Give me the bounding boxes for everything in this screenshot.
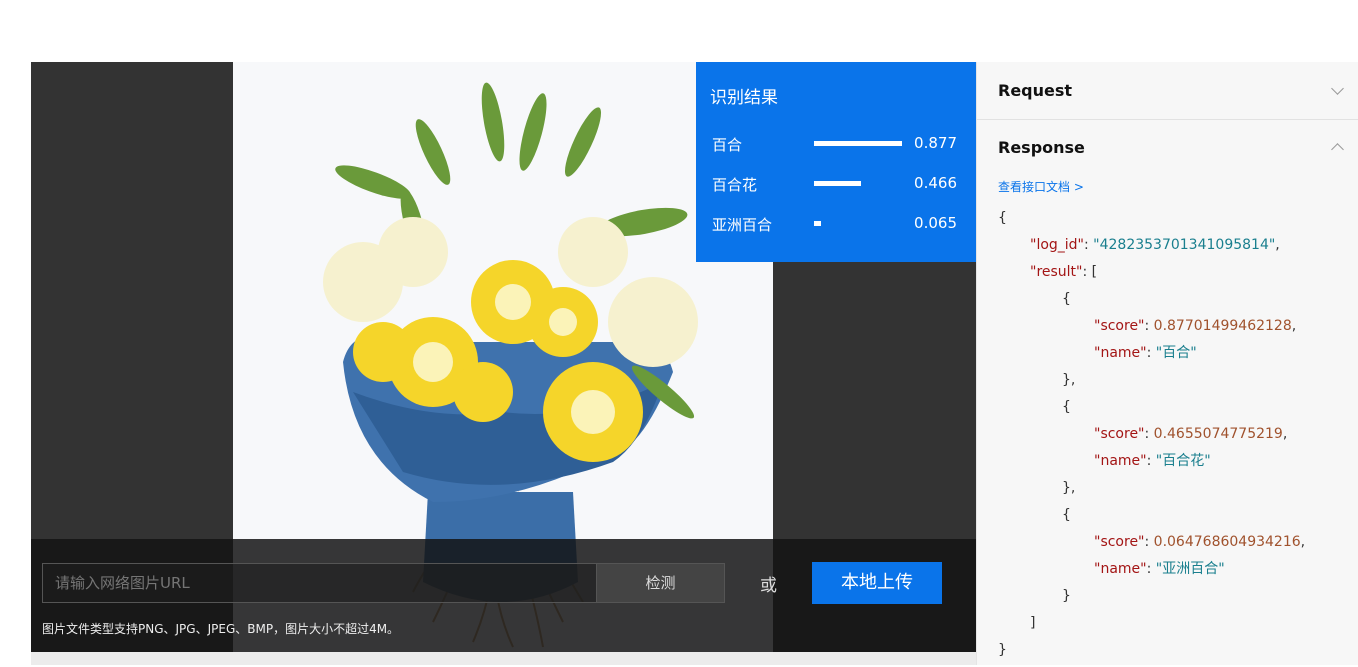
code-line: "name": "亚洲百合"	[1094, 561, 1225, 577]
result-row: 百合花 0.466	[712, 172, 962, 196]
result-label: 百合	[712, 136, 743, 154]
code-line: "score": 0.4655074775219,	[1094, 426, 1288, 442]
file-type-hint: 图片文件类型支持PNG、JPG、JPEG、BMP，图片大小不超过4M。	[42, 622, 400, 636]
score-bar	[814, 141, 902, 146]
response-title[interactable]: Response	[998, 138, 1085, 157]
score-bar	[814, 181, 861, 186]
code-line: },	[1062, 480, 1076, 496]
code-line: "name": "百合花"	[1094, 453, 1211, 469]
upload-bar: 检测 或 本地上传 图片文件类型支持PNG、JPG、JPEG、BMP，图片大小不…	[31, 539, 976, 652]
chevron-down-icon[interactable]	[1331, 82, 1344, 95]
code-line: "name": "百合"	[1094, 345, 1197, 361]
code-line: "result": [	[1030, 264, 1098, 280]
code-line: "log_id": "4282353701341095814",	[1030, 237, 1280, 253]
result-score: 0.877	[914, 134, 957, 152]
or-label: 或	[760, 576, 777, 596]
result-row: 百合 0.877	[712, 132, 962, 156]
code-line: "score": 0.87701499462128,	[1094, 318, 1297, 334]
response-json: { "log_id": "4282353701341095814", "resu…	[998, 208, 1305, 667]
chevron-up-icon[interactable]	[1331, 143, 1344, 156]
result-title: 识别结果	[710, 88, 778, 108]
request-title[interactable]: Request	[998, 81, 1072, 100]
api-doc-link[interactable]: 查看接口文档 >	[998, 178, 1084, 195]
local-upload-button[interactable]: 本地上传	[812, 562, 942, 604]
code-line: {	[1062, 399, 1071, 415]
result-score: 0.466	[914, 174, 957, 192]
demo-area: 识别结果 百合 0.877 百合花 0.466 亚洲百合 0.065 检测 或 …	[31, 62, 976, 652]
result-label: 亚洲百合	[712, 216, 773, 234]
image-url-input[interactable]	[42, 563, 597, 603]
code-line: "score": 0.064768604934216,	[1094, 534, 1306, 550]
code-line: }	[998, 642, 1007, 658]
result-score: 0.065	[914, 214, 957, 232]
api-sidebar: Request Response 查看接口文档 > { "log_id": "4…	[976, 62, 1358, 665]
score-bar	[814, 221, 821, 226]
code-line: ]	[1030, 615, 1036, 631]
code-line: {	[1062, 507, 1071, 523]
result-label: 百合花	[712, 176, 758, 194]
divider	[977, 119, 1358, 120]
result-row: 亚洲百合 0.065	[712, 212, 962, 236]
recognition-result-panel: 识别结果 百合 0.877 百合花 0.466 亚洲百合 0.065	[696, 62, 976, 262]
code-line: }	[1062, 588, 1071, 604]
code-line: {	[998, 210, 1007, 226]
bottom-strip	[31, 652, 976, 665]
code-line: },	[1062, 372, 1076, 388]
detect-button[interactable]: 检测	[596, 563, 725, 603]
code-line: {	[1062, 291, 1071, 307]
